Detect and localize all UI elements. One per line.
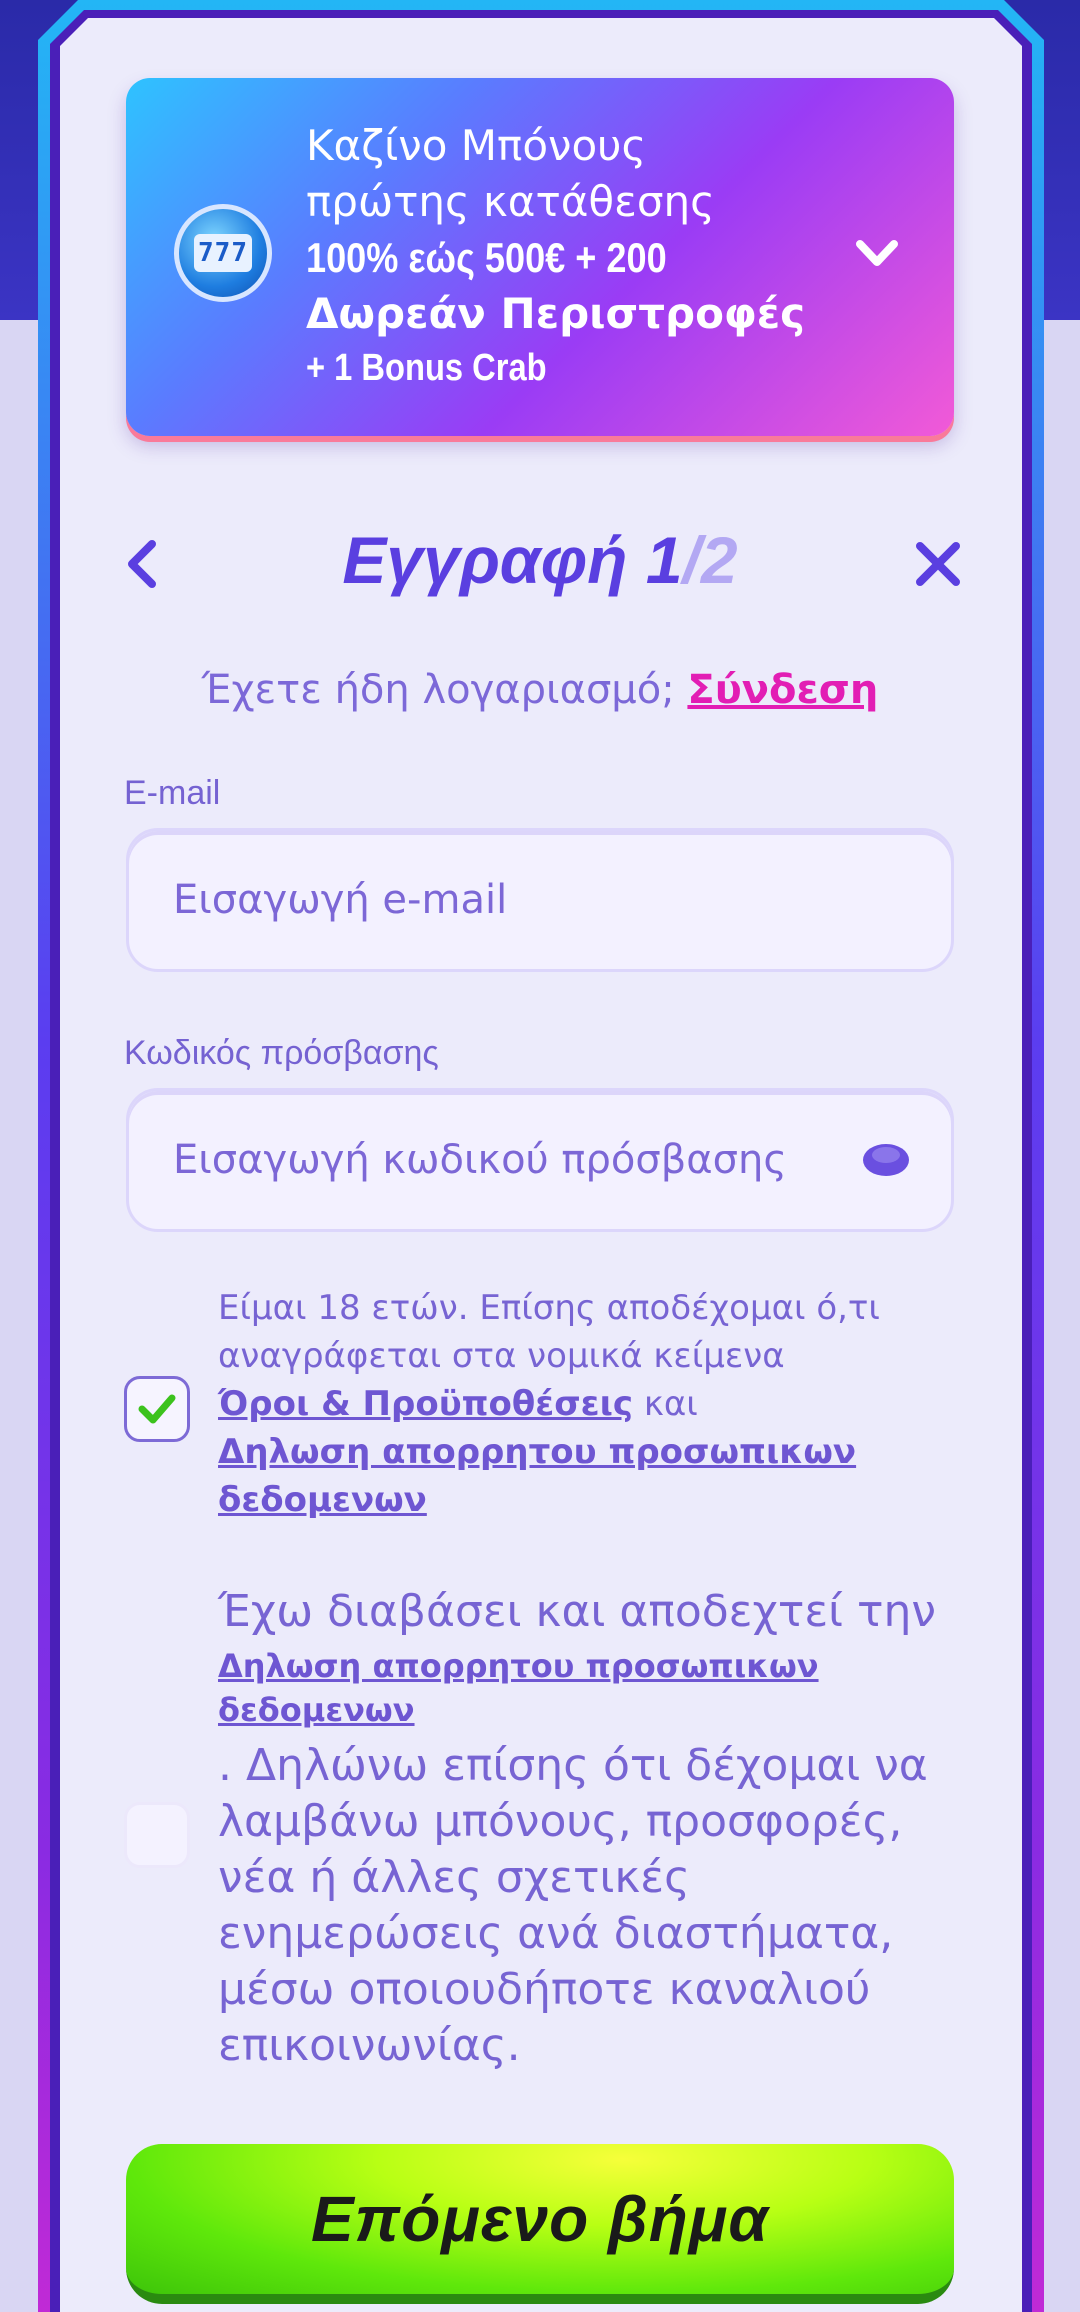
email-placeholder: Εισαγωγή e-mail bbox=[173, 877, 508, 923]
login-link[interactable]: Σύνδεση bbox=[687, 667, 878, 713]
password-field[interactable]: Εισαγωγή κωδικού πρόσβασης bbox=[126, 1088, 954, 1232]
email-label: E-mail bbox=[124, 774, 221, 812]
chevron-down-icon[interactable] bbox=[852, 228, 902, 278]
bonus-offer-line: 100% εώς 500€ + 200 bbox=[306, 234, 667, 281]
bonus-banner-text: Καζίνο Μπόνους πρώτης κατάθεσης 100% εώς… bbox=[306, 118, 846, 394]
terms-consent-text: Είμαι 18 ετών. Επίσης αποδέχομαι ό,τι αν… bbox=[218, 1288, 880, 1520]
checkmark-icon bbox=[138, 1394, 176, 1424]
next-step-button[interactable]: Επόμενο βήμα bbox=[126, 2144, 954, 2304]
terms-checkbox[interactable] bbox=[124, 1376, 190, 1442]
step-current: 1 bbox=[645, 523, 683, 597]
step-total: /2 bbox=[682, 523, 738, 597]
close-icon[interactable] bbox=[910, 536, 966, 592]
bonus-banner[interactable]: 777 Καζίνο Μπόνους πρώτης κατάθεσης 100%… bbox=[126, 78, 954, 436]
bonus-free-spins-line: Δωρεάν Περιστροφές bbox=[306, 289, 806, 338]
bonus-title-line1: Καζίνο Μπόνους bbox=[306, 121, 647, 170]
marketing-checkbox[interactable] bbox=[124, 1802, 190, 1868]
password-placeholder: Εισαγωγή κωδικού πρόσβασης bbox=[173, 1137, 787, 1183]
marketing-consent-text: Έχω διαβάσει και αποδεχτεί την Δηλωση απ… bbox=[218, 1584, 938, 2074]
terms-link[interactable]: Όροι & Προϋποθέσεις bbox=[218, 1384, 633, 1424]
password-label: Κωδικός πρόσβασης bbox=[124, 1034, 439, 1072]
bonus-crab-line: + 1 Bonus Crab bbox=[306, 347, 547, 389]
eye-icon[interactable] bbox=[861, 1142, 911, 1178]
bonus-title-line2: πρώτης κατάθεσης bbox=[306, 177, 715, 226]
privacy-link[interactable]: Δηλωση απορρητου προσωπικων δεδομενων bbox=[218, 1432, 856, 1520]
privacy-link-2[interactable]: Δηλωση απορρητου προσωπικων δεδομενων bbox=[218, 1644, 938, 1732]
slot-777-icon: 777 bbox=[174, 204, 272, 302]
login-prompt: Έχετε ήδη λογαριασμό; Σύνδεση bbox=[201, 667, 879, 713]
email-field[interactable]: Εισαγωγή e-mail bbox=[126, 828, 954, 972]
